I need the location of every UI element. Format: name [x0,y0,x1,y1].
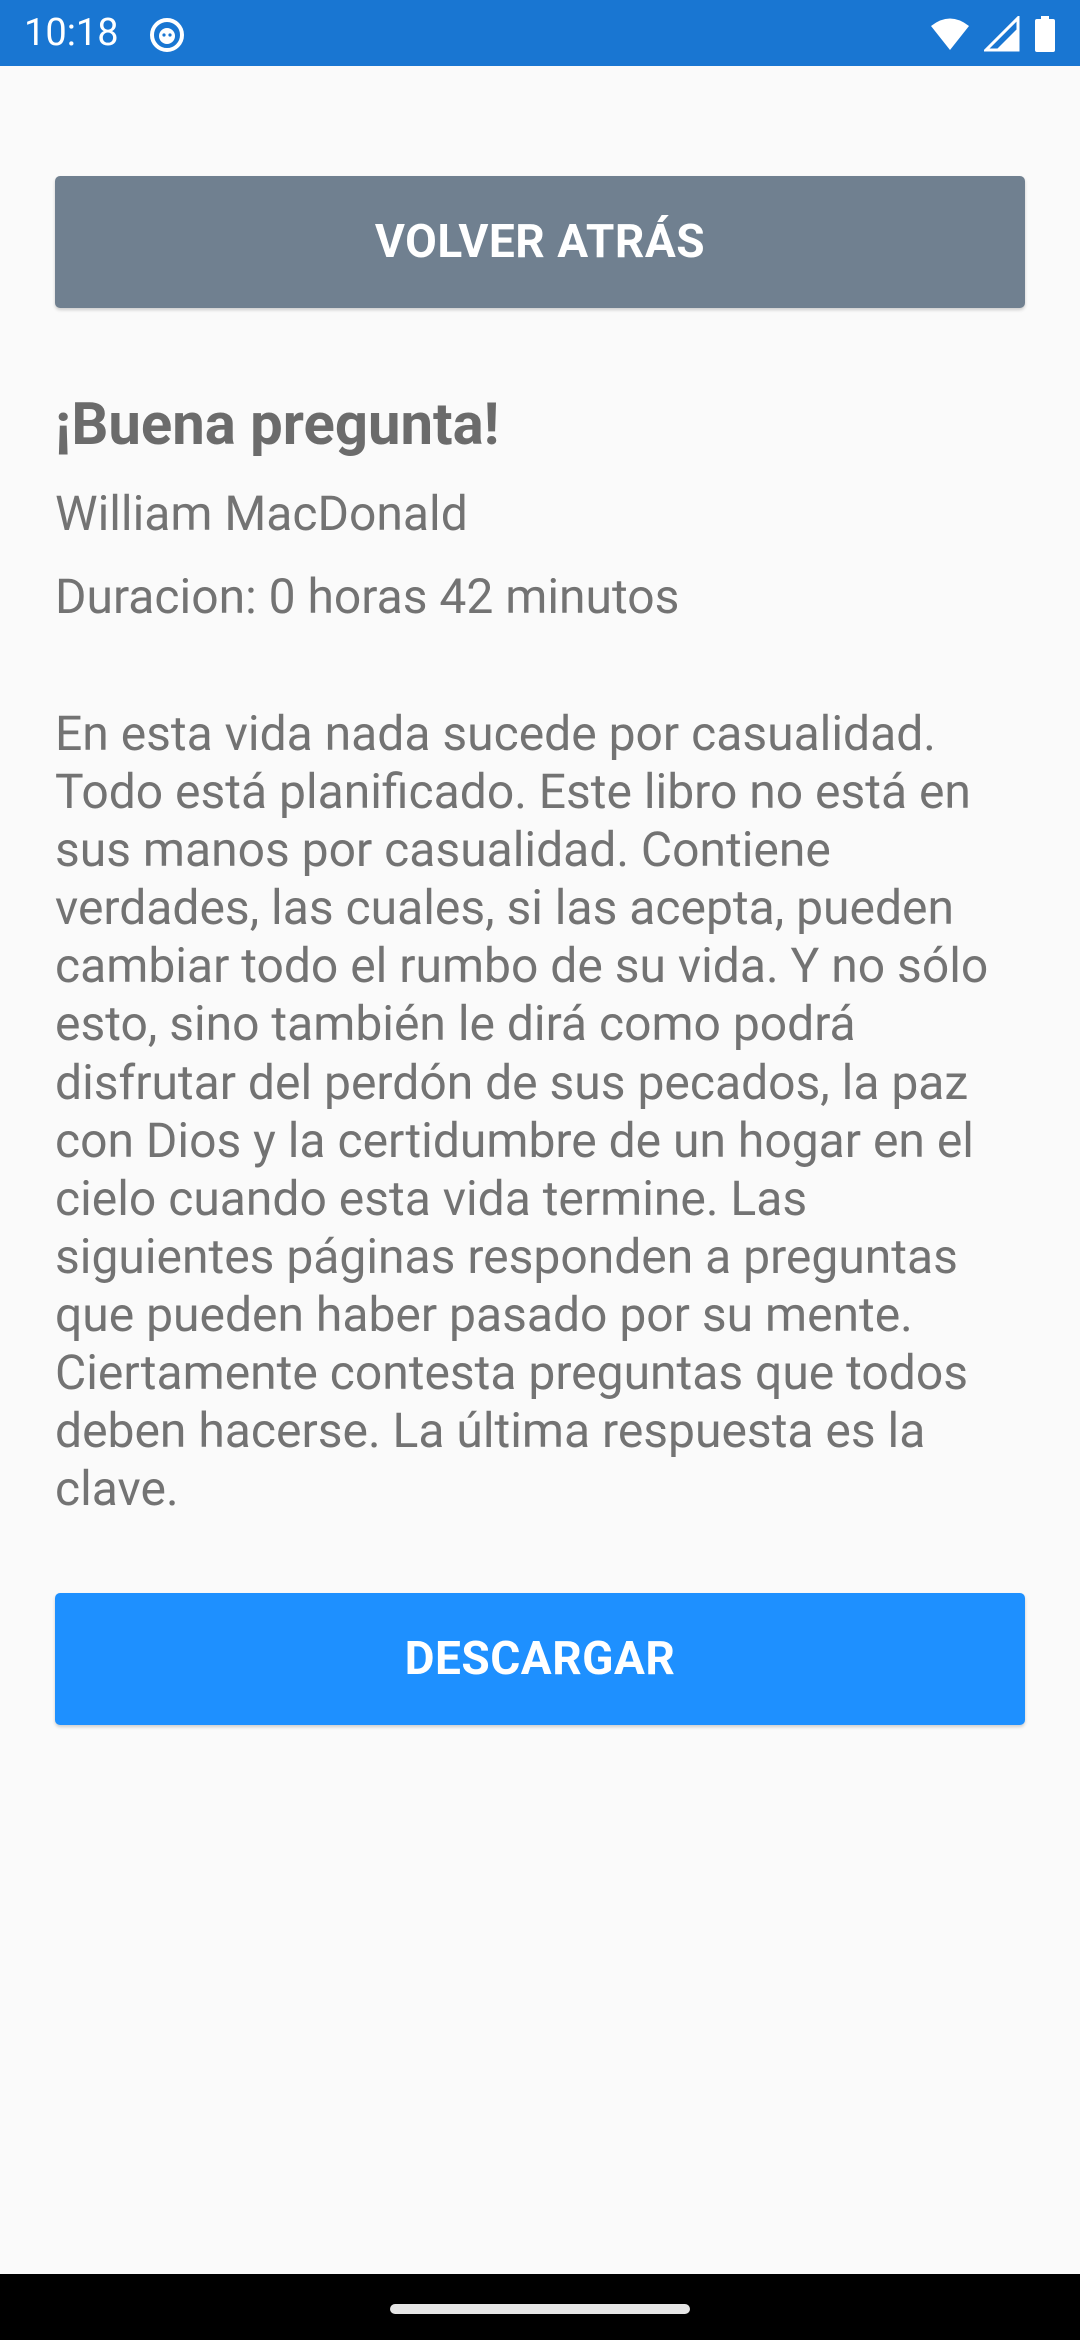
book-author: William MacDonald [55,485,468,542]
book-duration: Duracion: 0 horas 42 minutos [55,568,680,625]
home-gesture-handle[interactable] [390,2304,690,2314]
status-icons [930,12,1056,56]
download-button[interactable]: DESCARGAR [55,1593,1025,1725]
cellular-signal-icon [984,16,1020,52]
wifi-icon [931,18,969,50]
cat-face-icon [150,18,184,52]
status-time: 10:18 [24,11,119,55]
battery-icon [1035,16,1055,52]
book-title: ¡Buena pregunta! [55,391,500,459]
status-bar: 10:18 [0,0,1080,66]
back-button[interactable]: VOLVER ATRÁS [55,176,1025,308]
book-description: En esta vida nada sucede por casualidad.… [55,705,989,1518]
